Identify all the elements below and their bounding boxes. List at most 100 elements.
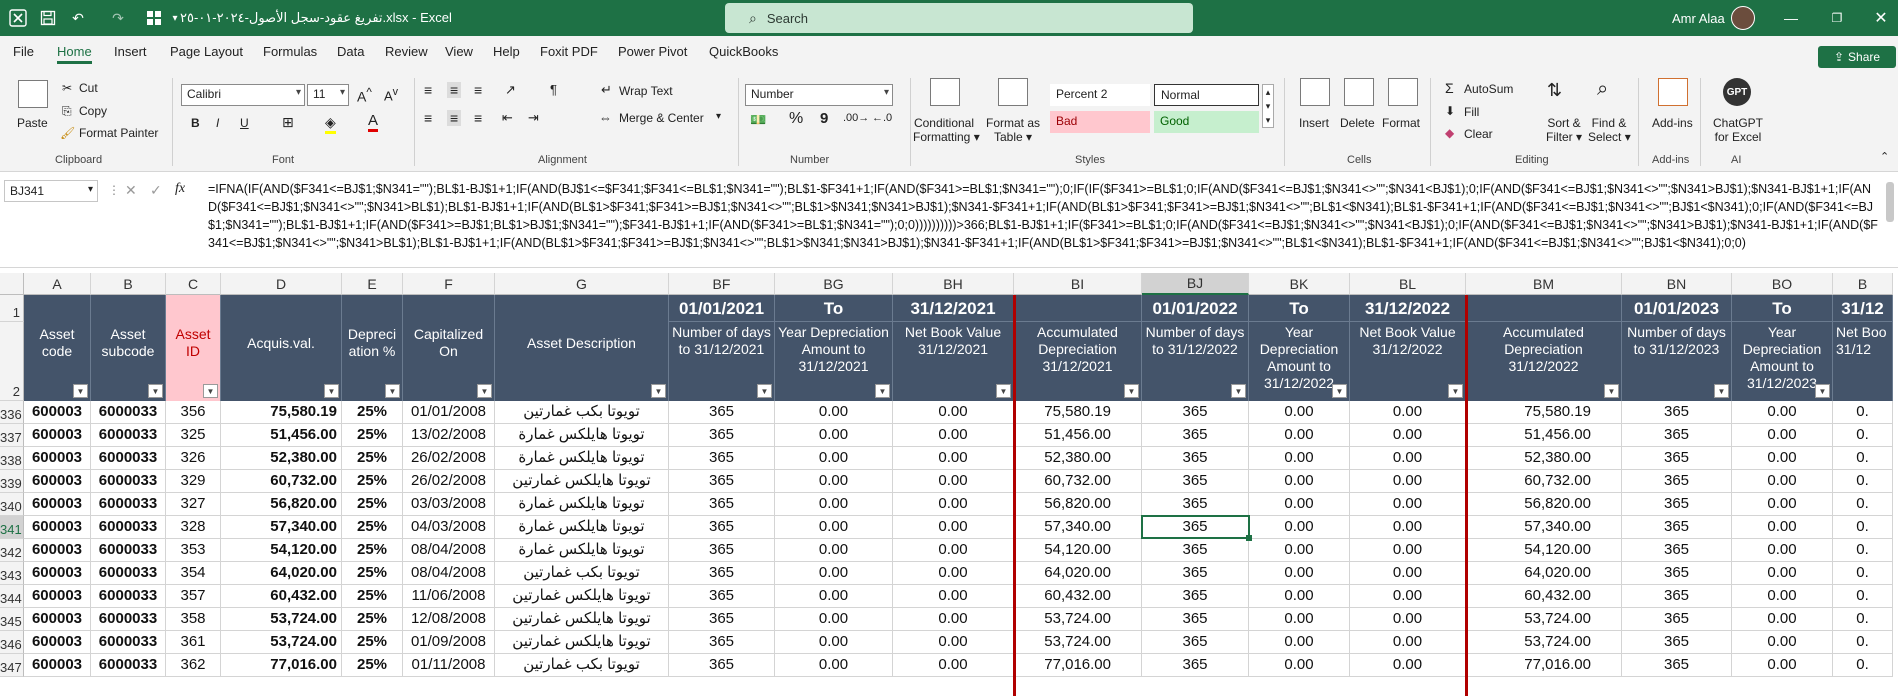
cell-g[interactable]: تويوتا هايلكس غمارة: [495, 447, 669, 470]
filter-dropdown-icon[interactable]: ▼: [1124, 384, 1139, 398]
cell-bo[interactable]: 0.00: [1732, 470, 1833, 493]
italic-button[interactable]: I: [216, 116, 219, 130]
cell-bh[interactable]: 0.00: [893, 493, 1014, 516]
restore-icon[interactable]: ❐: [1822, 0, 1852, 36]
spreadsheet-grid[interactable]: A B C D E F G BF BG BH BI BJ BK BL BM BN BO B 1 2 336 337 338 3…: [0, 273, 1898, 696]
find-select-button[interactable]: Find & Select ▾: [1588, 116, 1631, 144]
minimize-icon[interactable]: —: [1776, 0, 1806, 36]
font-size-select[interactable]: 11 ▾: [307, 84, 349, 106]
addins-button[interactable]: Add-ins: [1652, 116, 1693, 130]
cell-bf[interactable]: 365: [669, 424, 775, 447]
collapse-ribbon-icon[interactable]: ⌃: [1880, 150, 1889, 163]
cell-bg[interactable]: 0.00: [775, 631, 893, 654]
column-header-bh[interactable]: BH: [893, 273, 1014, 295]
cell-a[interactable]: 600003: [24, 585, 91, 608]
currency-icon[interactable]: 💵: [750, 112, 766, 128]
cell-bi[interactable]: 57,340.00: [1014, 516, 1142, 539]
cell-a[interactable]: 600003: [24, 516, 91, 539]
cell-bm[interactable]: 56,820.00: [1466, 493, 1622, 516]
cell-g[interactable]: تويوتا بكب غمارتين: [495, 654, 669, 677]
row-header-341[interactable]: 341: [0, 516, 24, 539]
formula-input[interactable]: =IFNA(IF(AND($F341<=BJ$1;$N341="");BL$1-…: [208, 180, 1880, 264]
format-as-table-icon[interactable]: [998, 78, 1028, 106]
cell-b[interactable]: 6000033: [91, 608, 166, 631]
align-middle-icon[interactable]: ≡: [447, 82, 462, 98]
row-header-342[interactable]: 342: [0, 539, 24, 562]
cell-e[interactable]: 25%: [342, 654, 403, 677]
cell-bf[interactable]: 365: [669, 585, 775, 608]
share-button[interactable]: ⇪ Share: [1818, 46, 1896, 68]
clear-icon[interactable]: ◆: [1445, 126, 1454, 140]
cell-a[interactable]: 600003: [24, 631, 91, 654]
cell-bf[interactable]: 365: [669, 562, 775, 585]
cell-bf[interactable]: 365: [669, 539, 775, 562]
addins-icon[interactable]: [1658, 78, 1688, 106]
undo-icon[interactable]: ↶: [64, 0, 92, 36]
cell-bm[interactable]: 54,120.00: [1466, 539, 1622, 562]
cell-bh[interactable]: 0.00: [893, 539, 1014, 562]
cell-f[interactable]: 26/02/2008: [403, 447, 495, 470]
cell-b[interactable]: 6000033: [91, 401, 166, 424]
cell-bf[interactable]: 365: [669, 470, 775, 493]
cell-c[interactable]: 353: [166, 539, 221, 562]
fill-color-icon[interactable]: ◈: [325, 114, 336, 134]
insert-cells-icon[interactable]: [1300, 78, 1330, 106]
cell-e[interactable]: 25%: [342, 608, 403, 631]
cell-bf[interactable]: 365: [669, 447, 775, 470]
cell-g[interactable]: تويوتا هايلكس غمارة: [495, 424, 669, 447]
cell-bh[interactable]: 0.00: [893, 562, 1014, 585]
cell-g[interactable]: تويوتا بكب غمارتين: [495, 562, 669, 585]
cell-bk[interactable]: 0.00: [1249, 401, 1350, 424]
cell-bo[interactable]: 0.00: [1732, 516, 1833, 539]
conditional-formatting-button[interactable]: Conditional Formatting ▾: [913, 116, 980, 144]
format-painter-button[interactable]: Format Painter: [79, 126, 158, 140]
avatar[interactable]: [1731, 6, 1755, 30]
cell-bm[interactable]: 51,456.00: [1466, 424, 1622, 447]
cell-f[interactable]: 01/11/2008: [403, 654, 495, 677]
cell-bh[interactable]: 0.00: [893, 631, 1014, 654]
redo-icon[interactable]: ↷: [104, 0, 132, 36]
cell-bm[interactable]: 77,016.00: [1466, 654, 1622, 677]
column-header-bn[interactable]: BN: [1622, 273, 1732, 295]
format-as-table-button[interactable]: Format as Table ▾: [986, 116, 1040, 144]
cell-bg[interactable]: 0.00: [775, 447, 893, 470]
style-percent-2[interactable]: Percent 2: [1050, 84, 1150, 106]
align-center-icon[interactable]: ≡: [447, 110, 462, 126]
bold-button[interactable]: B: [191, 116, 200, 130]
cell-bi[interactable]: 75,580.19: [1014, 401, 1142, 424]
filter-dropdown-icon[interactable]: ▼: [203, 384, 218, 398]
cell-bh[interactable]: 0.00: [893, 608, 1014, 631]
cell-bn[interactable]: 365: [1622, 608, 1732, 631]
cell-bg[interactable]: 0.00: [775, 516, 893, 539]
cell-bg[interactable]: 0.00: [775, 401, 893, 424]
cell-bm[interactable]: 53,724.00: [1466, 608, 1622, 631]
cell-bg[interactable]: 0.00: [775, 424, 893, 447]
column-header-bf[interactable]: BF: [669, 273, 775, 295]
menu-page-layout[interactable]: Page Layout: [170, 44, 243, 64]
menu-view[interactable]: View: [445, 44, 473, 64]
chevron-down-icon[interactable]: ▾: [716, 111, 721, 122]
cell-f[interactable]: 08/04/2008: [403, 562, 495, 585]
column-header-d[interactable]: D: [221, 273, 342, 295]
save-icon[interactable]: [36, 0, 60, 36]
row-header-339[interactable]: 339: [0, 470, 24, 493]
filter-dropdown-icon[interactable]: ▼: [385, 384, 400, 398]
cell-bf[interactable]: 365: [669, 631, 775, 654]
column-header-a[interactable]: A: [24, 273, 91, 295]
column-header-g[interactable]: G: [495, 273, 669, 295]
cell-a[interactable]: 600003: [24, 608, 91, 631]
filter-dropdown-icon[interactable]: ▼: [996, 384, 1011, 398]
fill-icon[interactable]: ⬇: [1445, 104, 1455, 118]
menu-formulas[interactable]: Formulas: [263, 44, 317, 64]
cell-c[interactable]: 328: [166, 516, 221, 539]
cell-bi[interactable]: 60,432.00: [1014, 585, 1142, 608]
cell-bg[interactable]: 0.00: [775, 608, 893, 631]
cell-bj[interactable]: 365: [1142, 585, 1249, 608]
cell-c[interactable]: 327: [166, 493, 221, 516]
cell-bk[interactable]: 0.00: [1249, 654, 1350, 677]
cell-bk[interactable]: 0.00: [1249, 493, 1350, 516]
cell-bi[interactable]: 51,456.00: [1014, 424, 1142, 447]
cell-c[interactable]: 329: [166, 470, 221, 493]
cell-e[interactable]: 25%: [342, 562, 403, 585]
paste-button[interactable]: Paste: [17, 116, 48, 130]
